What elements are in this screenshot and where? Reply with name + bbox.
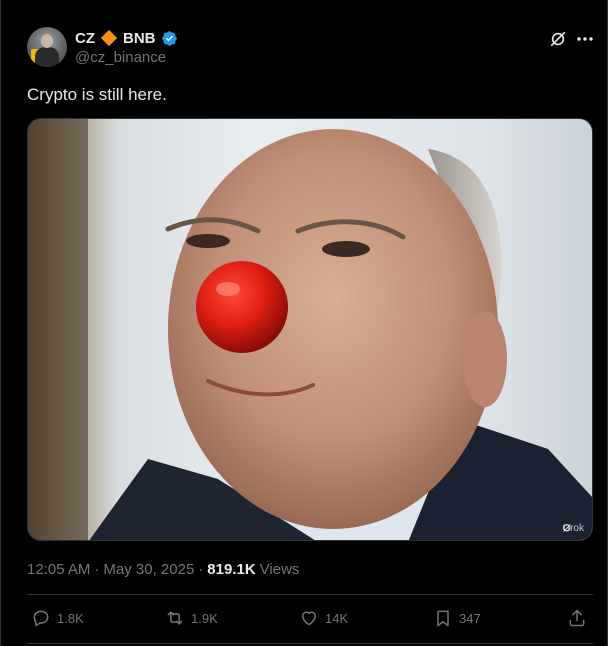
tweet-meta: 12:05 AM · May 30, 2025 · 819.1K Views	[27, 559, 299, 579]
meta-separator: ·	[94, 560, 100, 578]
display-name[interactable]: CZ	[75, 30, 95, 47]
share-icon	[569, 609, 585, 627]
photo-illustration	[28, 119, 592, 540]
views-count: 819.1K	[207, 560, 256, 578]
like-button[interactable]: 14K	[299, 608, 348, 628]
reply-icon	[33, 610, 49, 627]
grok-watermark: Grok	[562, 523, 584, 534]
bottom-divider	[27, 643, 593, 644]
author-name-row[interactable]: CZ BNB	[75, 28, 178, 48]
tweet-time[interactable]: 12:05 AM	[27, 561, 90, 578]
tweet-container: CZ BNB @cz_binance Crypto is still here.	[0, 0, 608, 646]
bookmark-count: 347	[459, 610, 481, 626]
more-options-icon[interactable]	[575, 29, 595, 49]
repost-button[interactable]: 1.9K	[165, 608, 218, 628]
reply-count: 1.8K	[57, 610, 84, 626]
meta-separator-2: ·	[198, 560, 204, 578]
share-button[interactable]	[567, 608, 587, 628]
repost-icon	[167, 611, 183, 625]
repost-count: 1.9K	[191, 610, 218, 626]
display-name-suffix[interactable]: BNB	[123, 30, 156, 47]
tweet-text: Crypto is still here.	[27, 85, 167, 104]
author-handle[interactable]: @cz_binance	[75, 49, 166, 66]
grok-icon[interactable]	[549, 30, 567, 48]
divider	[27, 594, 593, 595]
grok-watermark-icon	[563, 524, 572, 532]
verified-badge-icon[interactable]	[161, 30, 178, 47]
orange-diamond-icon	[100, 29, 118, 47]
reply-button[interactable]: 1.8K	[31, 608, 84, 628]
bookmark-button[interactable]: 347	[433, 608, 481, 628]
tweet-date[interactable]: May 30, 2025	[103, 561, 194, 578]
views-label: Views	[259, 560, 300, 578]
tweet-image[interactable]: Grok	[27, 118, 593, 541]
heart-icon	[302, 611, 316, 626]
bookmark-icon	[437, 610, 449, 627]
avatar[interactable]	[27, 27, 67, 67]
like-count: 14K	[325, 610, 349, 626]
